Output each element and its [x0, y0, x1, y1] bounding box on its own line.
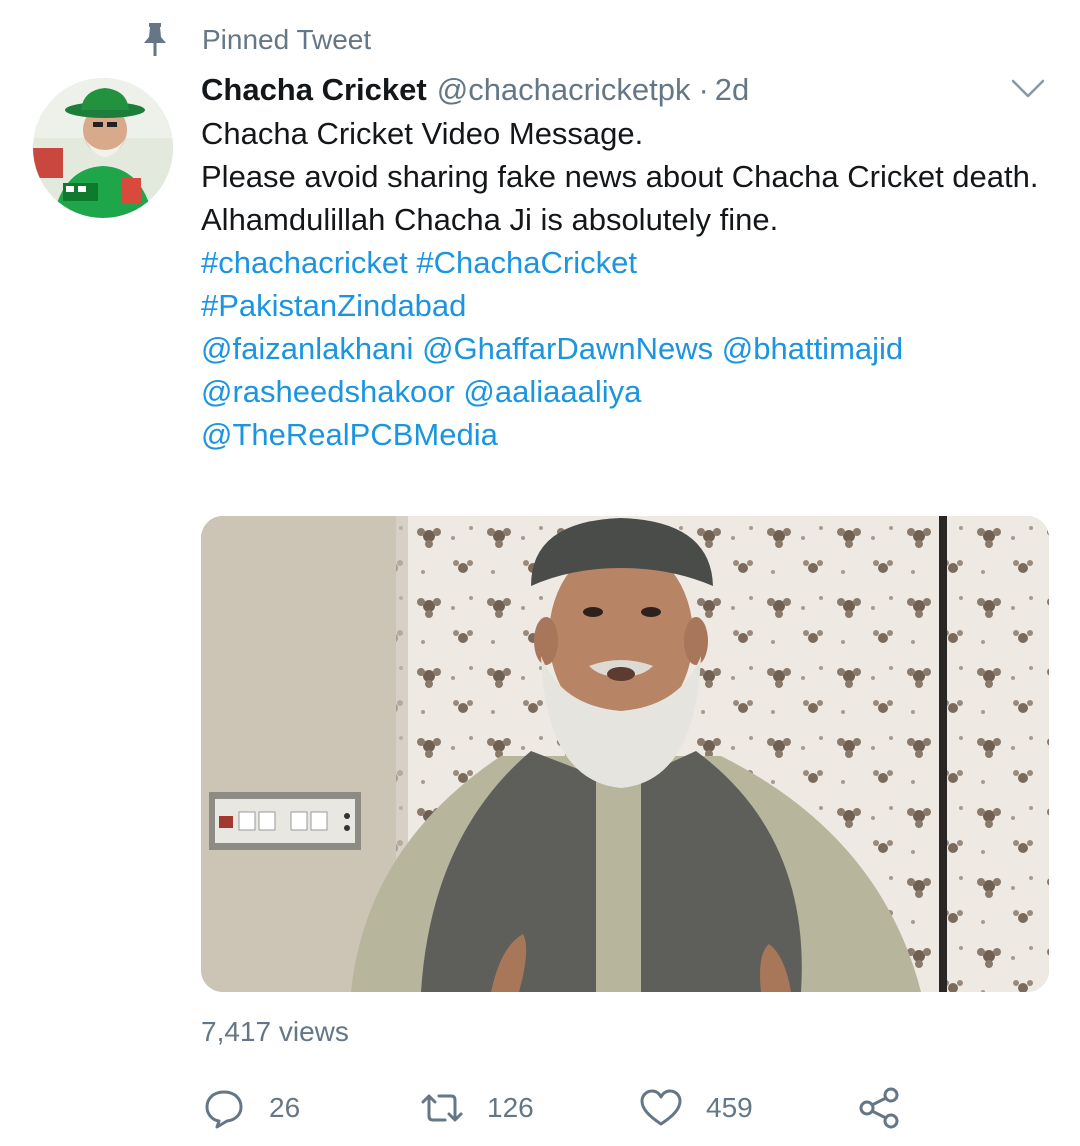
mention-line: @rasheedshakoor @aaliaaaliya: [201, 370, 1041, 413]
pin-icon: [140, 20, 180, 60]
author-name[interactable]: Chacha Cricket: [201, 72, 427, 108]
retweet-icon: [419, 1085, 465, 1131]
view-count: 7,417 views: [201, 1016, 349, 1047]
mention-link[interactable]: @rasheedshakoor: [201, 374, 455, 409]
hashtag-link[interactable]: #chachacricket: [201, 245, 408, 280]
hashtag-line: #PakistanZindabad: [201, 284, 1041, 327]
author-handle[interactable]: @chachacricketpk: [437, 72, 691, 108]
hashtag-line: #chachacricket #ChachaCricket: [201, 241, 1041, 284]
share-button[interactable]: [856, 1080, 902, 1136]
chevron-down-icon[interactable]: [1010, 74, 1046, 104]
video-thumbnail: [201, 516, 1049, 992]
retweet-count: 126: [487, 1092, 534, 1123]
tweet-line: Chacha Cricket Video Message.: [201, 116, 644, 151]
tweet-text: Chacha Cricket Video Message. Please avo…: [201, 112, 1041, 456]
mention-link[interactable]: @GhaffarDawnNews: [422, 331, 713, 366]
heart-icon: [638, 1085, 684, 1131]
hashtag-link[interactable]: #ChachaCricket: [416, 245, 637, 280]
reply-icon: [201, 1085, 247, 1131]
like-count: 459: [706, 1092, 753, 1123]
pinned-label: Pinned Tweet: [202, 24, 372, 55]
retweet-button[interactable]: 126: [419, 1080, 534, 1136]
mention-line: @faizanlakhani @GhaffarDawnNews @bhattim…: [201, 327, 1041, 370]
avatar[interactable]: [33, 78, 173, 218]
mention-link[interactable]: @faizanlakhani: [201, 331, 413, 366]
mention-link[interactable]: @aaliaaaliya: [463, 374, 641, 409]
tweet-timestamp[interactable]: 2d: [715, 72, 749, 108]
reply-button[interactable]: 26: [201, 1080, 300, 1136]
avatar-image: [33, 78, 173, 218]
separator-dot: ·: [698, 72, 709, 107]
share-icon: [856, 1085, 902, 1131]
mention-link[interactable]: @TheRealPCBMedia: [201, 417, 498, 452]
like-button[interactable]: 459: [638, 1080, 753, 1136]
video-player[interactable]: [201, 516, 1049, 992]
mention-link[interactable]: @bhattimajid: [722, 331, 903, 366]
tweet-line: Please avoid sharing fake news about Cha…: [201, 159, 1039, 194]
hashtag-link[interactable]: #PakistanZindabad: [201, 288, 466, 323]
reply-count: 26: [269, 1092, 301, 1123]
pinned-indicator: Pinned Tweet: [140, 20, 371, 60]
mention-line: @TheRealPCBMedia: [201, 413, 1041, 456]
tweet-header: Chacha Cricket @chachacricketpk · 2d: [201, 68, 749, 112]
tweet-actions: 26 126 459: [201, 1080, 961, 1136]
tweet-line: Alhamdulillah Chacha Ji is absolutely fi…: [201, 202, 779, 237]
